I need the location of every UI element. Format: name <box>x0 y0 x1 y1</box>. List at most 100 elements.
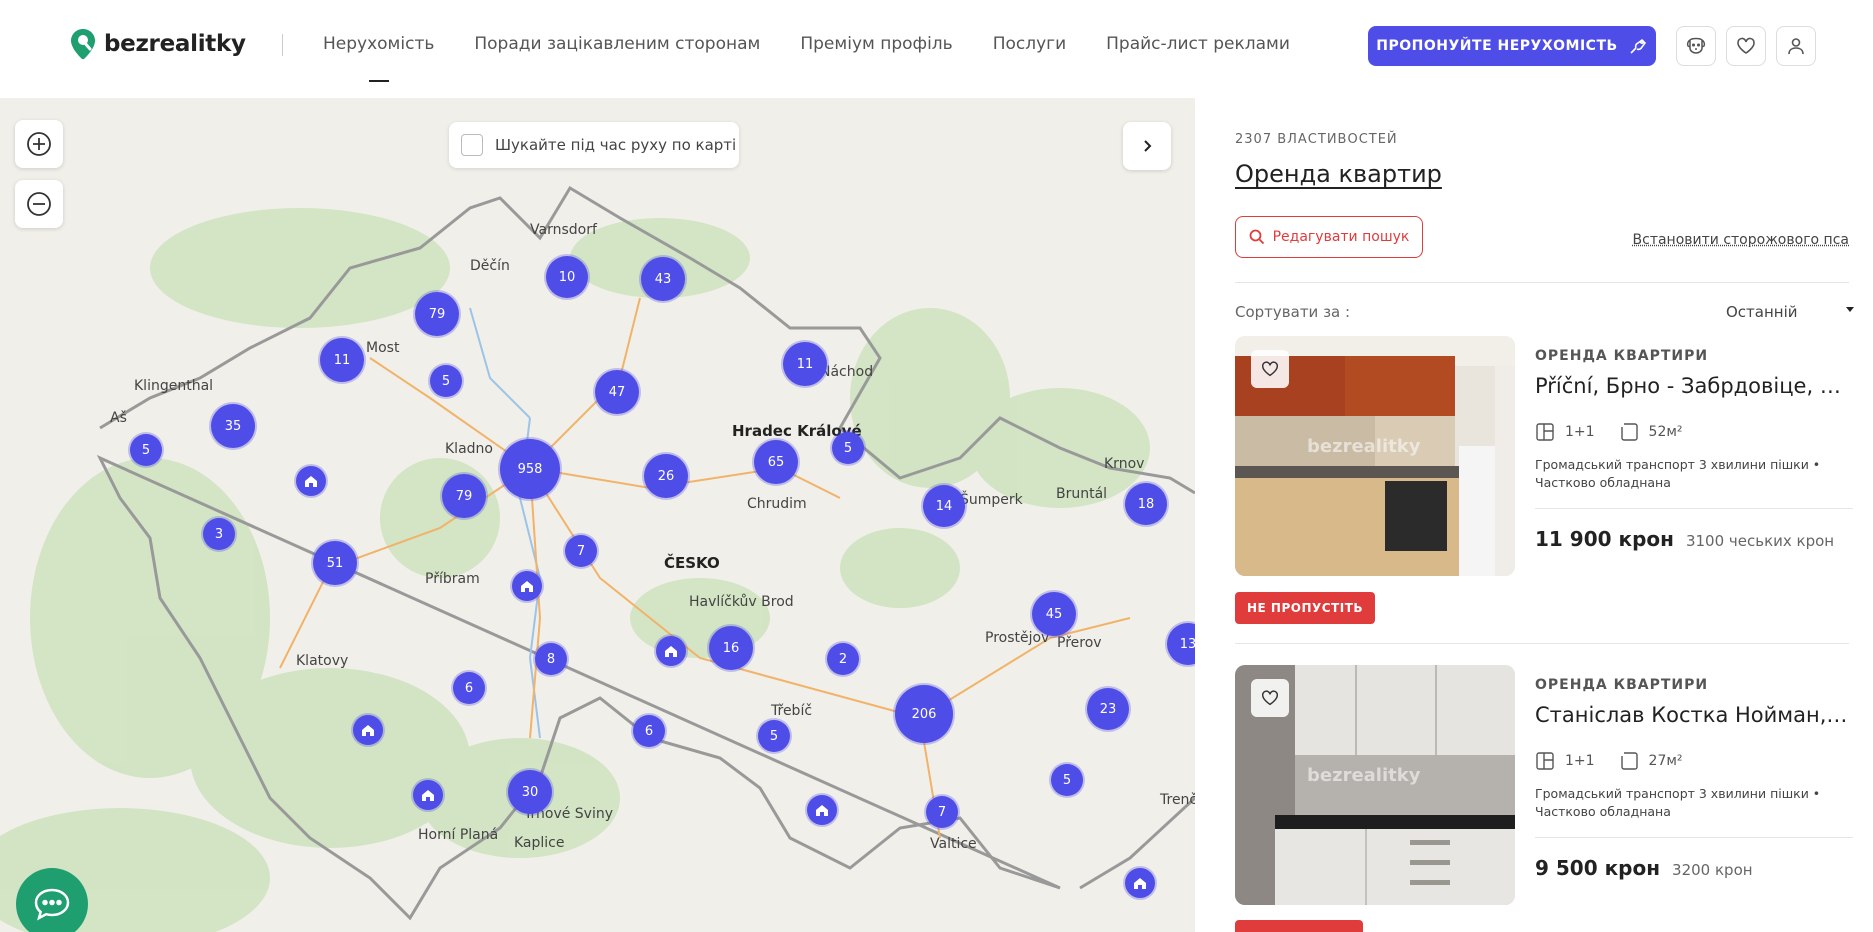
listing-photo[interactable]: bezrealitky <box>1235 665 1515 905</box>
map-cluster[interactable]: 65 <box>754 440 798 484</box>
collapse-map-button[interactable] <box>1123 122 1171 170</box>
sort-value: Останній <box>1726 303 1798 321</box>
favorite-button[interactable] <box>1251 350 1289 388</box>
property-pin[interactable] <box>413 780 443 810</box>
house-icon <box>422 790 434 801</box>
map-cluster[interactable]: 51 <box>313 541 357 585</box>
property-pin[interactable] <box>656 636 686 666</box>
city-label: Bruntál <box>1056 486 1108 502</box>
map-cluster[interactable]: 5 <box>758 720 790 752</box>
page-title[interactable]: Оренда квартир <box>1235 160 1442 188</box>
area-param: 27м² <box>1619 751 1683 771</box>
map-cluster[interactable]: 11 <box>783 342 827 386</box>
property-pin[interactable] <box>296 466 326 496</box>
property-pin[interactable] <box>1125 868 1155 898</box>
edit-search-button[interactable]: Редагувати пошук <box>1235 216 1423 258</box>
property-pin[interactable] <box>807 795 837 825</box>
city-label: Přerov <box>1057 635 1102 651</box>
map-cluster[interactable]: 18 <box>1125 483 1167 525</box>
results-count: 2307 ВЛАСТИВОСТЕЙ <box>1235 132 1398 147</box>
map-area[interactable]: Varnsdorf Děčín Most Klingenthal Aš Klad… <box>0 98 1195 932</box>
dog-icon <box>1686 37 1706 54</box>
region-label: ČESKO <box>664 554 720 572</box>
listing-address[interactable]: Příční, Брно - Забрдовіце, Пів... <box>1535 374 1853 398</box>
search-while-moving-checkbox[interactable] <box>461 134 483 156</box>
map-cluster[interactable]: 5 <box>1051 764 1083 796</box>
sort-select[interactable]: Останній <box>1726 303 1856 321</box>
map-cluster[interactable]: 79 <box>415 292 459 336</box>
city-label: Klatovy <box>296 653 349 669</box>
listing-fees: 3200 крон <box>1672 861 1753 879</box>
city-label: Děčín <box>470 258 510 274</box>
zoom-in-button[interactable] <box>15 120 63 168</box>
listing-address[interactable]: Станіслав Костка Нойман, Бе... <box>1535 703 1853 727</box>
map-cluster[interactable]: 47 <box>595 370 639 414</box>
description-line: Громадський транспорт 3 хвилини пішки • <box>1535 786 1821 801</box>
city-label: Prostějov <box>985 630 1050 646</box>
map-cluster[interactable]: 35 <box>211 404 255 448</box>
logo[interactable]: bezrealitky <box>70 28 246 60</box>
account-button[interactable] <box>1776 26 1816 66</box>
search-icon <box>1249 229 1264 245</box>
listing-description: Громадський транспорт 3 хвилини пішки • … <box>1535 456 1853 492</box>
favorite-button[interactable] <box>1251 679 1289 717</box>
house-icon <box>816 805 828 816</box>
map-cluster[interactable]: 7 <box>565 535 597 567</box>
map-cluster[interactable]: 11 <box>320 338 364 382</box>
listing-params: 1+1 27м² <box>1535 751 1853 771</box>
nav-item-services[interactable]: Послуги <box>993 34 1066 54</box>
city-label: Klingenthal <box>134 378 214 394</box>
map-cluster[interactable]: 26 <box>644 454 688 498</box>
property-pin[interactable] <box>512 571 542 601</box>
listing-info: ОРЕНДА КВАРТИРИ Станіслав Костка Нойман,… <box>1535 665 1853 880</box>
map-cluster[interactable]: 6 <box>453 672 485 704</box>
area-value: 52м² <box>1648 424 1683 440</box>
city-label: Havlíčkův Brod <box>689 594 794 610</box>
map-cluster[interactable]: 45 <box>1032 592 1076 636</box>
chat-button[interactable] <box>16 868 88 932</box>
map-cluster[interactable]: 5 <box>430 365 462 397</box>
map-cluster[interactable]: 5 <box>832 432 864 464</box>
zoom-out-button[interactable] <box>15 180 63 228</box>
nav-item-real-estate[interactable]: Нерухомість <box>323 34 434 82</box>
listing-type: ОРЕНДА КВАРТИРИ <box>1535 677 1709 693</box>
map-cluster[interactable]: 3 <box>203 518 235 550</box>
city-label: Příbram <box>425 571 480 587</box>
map-cluster[interactable]: 23 <box>1087 688 1129 730</box>
map-cluster[interactable]: 30 <box>508 770 552 814</box>
layout-value: 1+1 <box>1565 753 1595 769</box>
house-icon <box>305 476 317 487</box>
chat-bubble-icon <box>34 888 70 921</box>
nav-item-advice[interactable]: Поради зацікавленим сторонам <box>474 34 760 54</box>
price-row: 11 900 крон 3100 чеських крон <box>1535 527 1853 551</box>
logo-text: bezrealitky <box>104 31 246 57</box>
map-cluster[interactable]: 6 <box>633 715 665 747</box>
map-cluster[interactable]: 7 <box>926 796 958 828</box>
map-cluster[interactable]: 79 <box>442 474 486 518</box>
favorites-button[interactable] <box>1726 26 1766 66</box>
city-label: Třebíč <box>771 703 813 719</box>
listing-description: Громадський транспорт 3 хвилини пішки • … <box>1535 785 1853 821</box>
offer-property-button[interactable]: ПРОПОНУЙТЕ НЕРУХОМІСТЬ <box>1368 26 1656 66</box>
house-icon <box>665 646 677 657</box>
map-cluster[interactable]: 8 <box>535 643 567 675</box>
search-while-moving-toggle[interactable]: Шукайте під час руху по карті <box>449 122 739 168</box>
map-cluster[interactable]: 43 <box>641 257 685 301</box>
map-cluster[interactable]: 16 <box>709 626 753 670</box>
map-cluster[interactable]: 206 <box>895 685 953 743</box>
header-divider <box>282 34 283 56</box>
map-cluster[interactable]: 14 <box>923 485 965 527</box>
minus-circle-icon <box>27 192 51 216</box>
property-pin[interactable] <box>353 715 383 745</box>
listing-photo[interactable]: bezrealitky <box>1235 336 1515 576</box>
nav-item-premium[interactable]: Преміум профіль <box>800 34 952 54</box>
caret-down-icon <box>1846 307 1854 312</box>
sort-label: Сортувати за : <box>1235 303 1351 321</box>
nav-item-pricelist[interactable]: Прайс-лист реклами <box>1106 34 1290 54</box>
map-cluster[interactable]: 958 <box>500 439 560 499</box>
watchdog-button[interactable] <box>1676 26 1716 66</box>
set-watchdog-link[interactable]: Встановити сторожового пса <box>1633 232 1849 248</box>
map-cluster[interactable]: 5 <box>130 434 162 466</box>
map-cluster[interactable]: 10 <box>546 256 588 298</box>
map-cluster[interactable]: 2 <box>827 643 859 675</box>
